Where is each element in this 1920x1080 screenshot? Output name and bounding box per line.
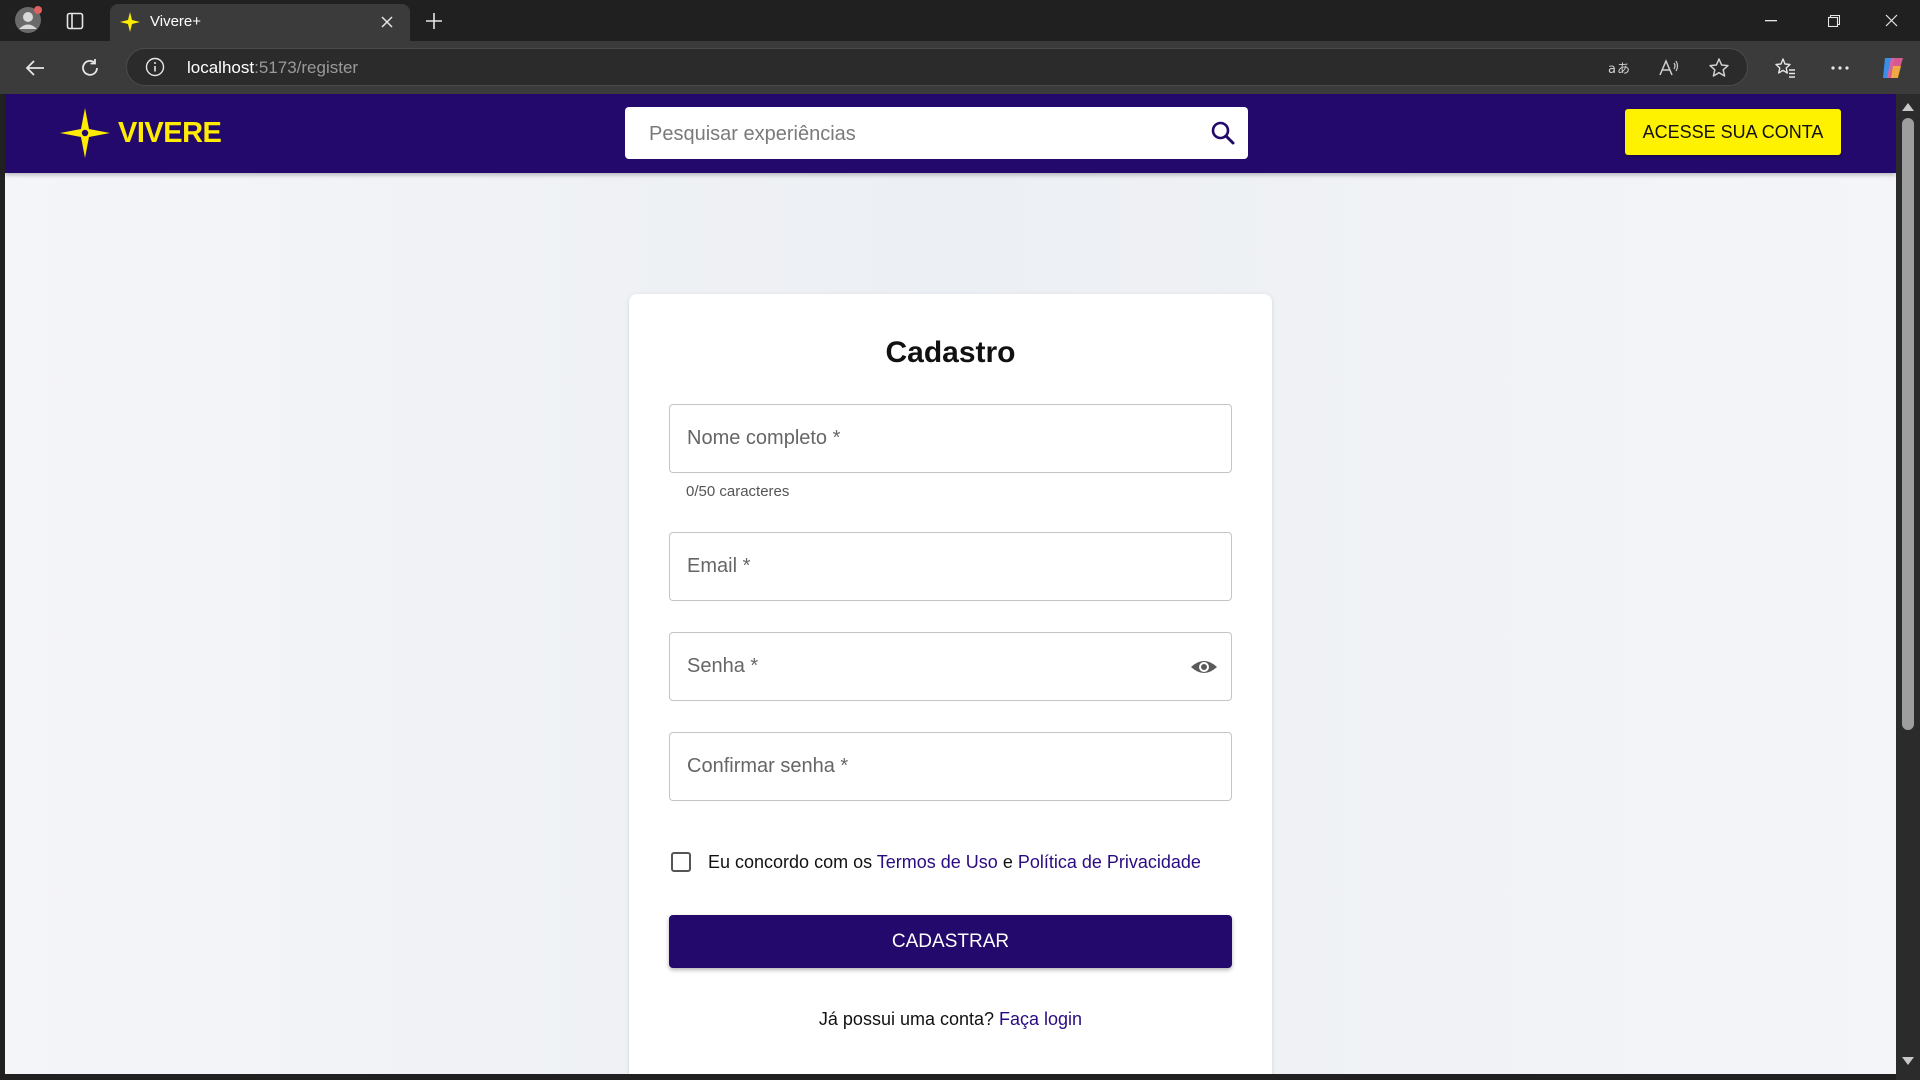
page-viewport: VIVERE ACESSE SUA CONTA Cadastro Nome co… (5, 94, 1896, 1074)
more-icon[interactable] (1825, 53, 1855, 83)
tab-title: Vivere+ (150, 13, 202, 30)
refresh-icon[interactable] (75, 53, 105, 83)
sparkle-icon (60, 108, 110, 158)
full-name-label: Nome completo * (687, 427, 841, 449)
close-icon[interactable] (376, 11, 398, 33)
login-link[interactable]: Faça login (999, 1009, 1082, 1029)
profile-icon[interactable] (12, 6, 44, 34)
sparkle-icon (120, 12, 140, 32)
password-label: Senha * (687, 655, 759, 677)
scrollbar-thumb[interactable] (1902, 118, 1914, 730)
tab-actions-icon[interactable] (62, 8, 88, 34)
privacy-policy-link[interactable]: Política de Privacidade (1018, 852, 1201, 872)
login-account-button[interactable]: ACESSE SUA CONTA (1625, 109, 1841, 155)
translate-icon[interactable]: a あ (1607, 56, 1631, 80)
address-bar: localhost:5173/register a あ (0, 41, 1920, 94)
scroll-down-icon[interactable] (1901, 1054, 1915, 1066)
minimize-icon[interactable] (1746, 0, 1796, 41)
register-button[interactable]: CADASTRAR (669, 915, 1232, 968)
search-icon[interactable] (1210, 120, 1236, 146)
svg-text:a: a (1608, 62, 1616, 77)
browser-tab[interactable]: Vivere+ (110, 4, 410, 41)
email-label: Email * (687, 555, 751, 577)
url-text: localhost:5173/register (187, 58, 359, 77)
url-field[interactable]: localhost:5173/register a あ (126, 48, 1748, 86)
info-icon[interactable] (145, 57, 165, 77)
terms-checkbox[interactable] (671, 852, 691, 872)
browser-tab-bar: Vivere+ (0, 0, 1920, 41)
eye-icon[interactable] (1189, 653, 1219, 681)
app-header: VIVERE ACESSE SUA CONTA (5, 94, 1896, 173)
character-counter: 0/50 caracteres (686, 483, 790, 500)
restore-icon[interactable] (1809, 0, 1859, 41)
scroll-up-icon[interactable] (1901, 100, 1915, 112)
terms-of-use-link[interactable]: Termos de Uso (877, 852, 998, 872)
read-aloud-icon[interactable] (1657, 56, 1681, 80)
full-name-field[interactable]: Nome completo * (669, 404, 1232, 473)
register-card: Cadastro Nome completo * 0/50 caracteres… (629, 294, 1272, 1074)
close-icon[interactable] (1866, 0, 1916, 41)
login-prompt: Já possui uma conta? Faça login (818, 1009, 1083, 1029)
terms-agreement: Eu concordo com os Termos de Uso e Polít… (669, 847, 1232, 877)
confirm-password-label: Confirmar senha * (687, 755, 849, 777)
scrollbar[interactable] (1896, 94, 1920, 1080)
copilot-icon[interactable] (1878, 53, 1908, 83)
svg-text:あ: あ (1617, 62, 1630, 77)
brand-name: VIVERE (118, 116, 222, 149)
plus-icon[interactable] (420, 7, 448, 35)
back-icon[interactable] (20, 53, 50, 83)
page-title: Cadastro (885, 336, 1016, 369)
star-icon[interactable] (1707, 56, 1731, 80)
brand-logo[interactable]: VIVERE (60, 108, 222, 158)
favorites-icon[interactable] (1770, 53, 1800, 83)
email-field[interactable]: Email * (669, 532, 1232, 601)
search-bar (625, 107, 1248, 161)
confirm-password-field[interactable]: Confirmar senha * (669, 732, 1232, 801)
password-field[interactable]: Senha * (669, 632, 1232, 701)
search-input[interactable] (647, 107, 1191, 161)
terms-text: Eu concordo com os Termos de Uso e Polít… (708, 851, 1201, 872)
